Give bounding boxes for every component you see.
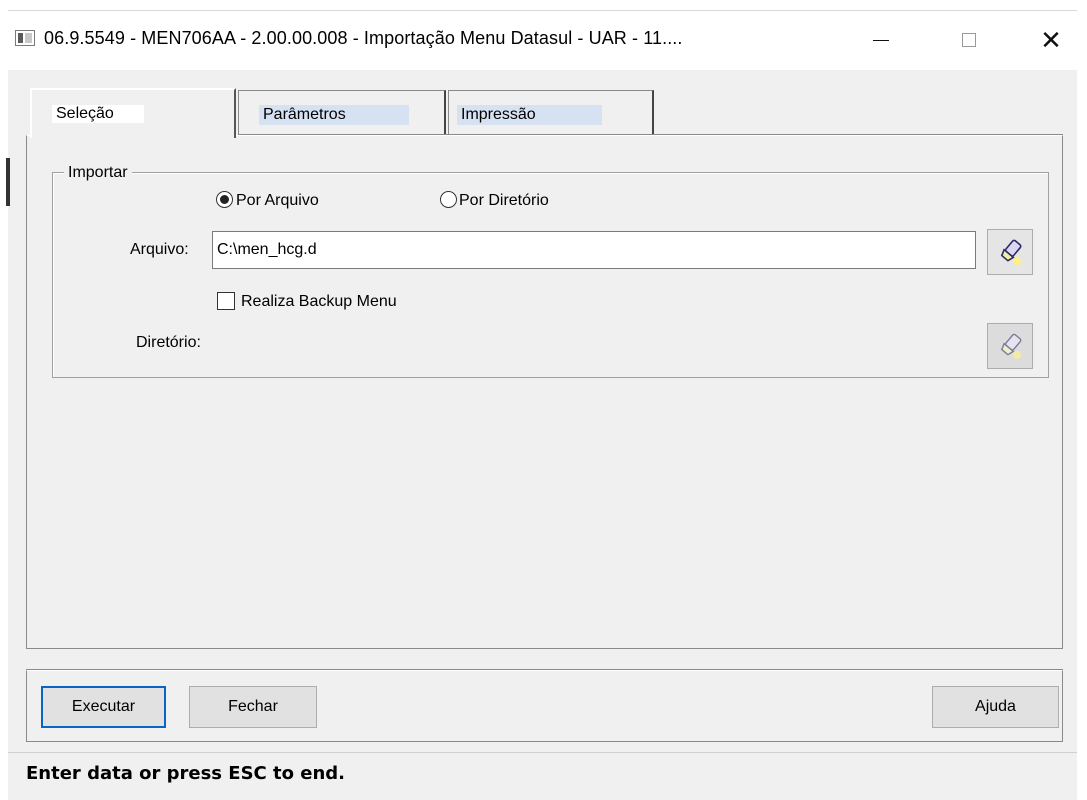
radio-por-diretorio[interactable]	[440, 191, 457, 208]
flashlight-icon	[1000, 333, 1022, 359]
browse-diretorio-button[interactable]	[987, 323, 1033, 369]
radio-por-arquivo-label[interactable]: Por Arquivo	[236, 192, 319, 210]
radio-por-arquivo[interactable]	[216, 191, 233, 208]
arquivo-label: Arquivo:	[130, 241, 189, 258]
minimize-icon	[873, 39, 889, 41]
importar-legend: Importar	[64, 164, 132, 182]
tab-selecao[interactable]: Seleção	[30, 88, 236, 138]
backup-checkbox[interactable]	[217, 292, 235, 310]
radio-selected-dot	[220, 195, 229, 204]
maximize-button[interactable]	[946, 22, 992, 58]
window-title: 06.9.5549 - MEN706AA - 2.00.00.008 - Imp…	[44, 28, 683, 48]
tab-label: Impressão	[461, 106, 536, 123]
panel-divider	[238, 134, 1063, 135]
button-bar	[26, 670, 1063, 742]
fechar-button[interactable]: Fechar	[189, 686, 317, 728]
diretorio-label: Diretório:	[136, 334, 201, 351]
close-icon: ✕	[1040, 24, 1062, 55]
tab-parametros[interactable]: Parâmetros	[238, 90, 446, 134]
arquivo-input[interactable]	[212, 231, 976, 269]
importar-groupbox	[52, 172, 1049, 378]
tab-impressao[interactable]: Impressão	[448, 90, 654, 134]
flashlight-icon	[1000, 239, 1022, 265]
tab-label: Seleção	[52, 105, 144, 123]
backup-label[interactable]: Realiza Backup Menu	[241, 293, 397, 311]
close-button[interactable]: ✕	[1028, 22, 1074, 58]
maximize-icon	[962, 33, 976, 47]
minimize-button[interactable]	[858, 22, 904, 58]
ajuda-button[interactable]: Ajuda	[932, 686, 1059, 728]
status-text: Enter data or press ESC to end.	[26, 763, 346, 784]
tab-label: Parâmetros	[263, 106, 346, 123]
radio-por-diretorio-label[interactable]: Por Diretório	[459, 192, 549, 210]
executar-button[interactable]: Executar	[41, 686, 166, 728]
app-icon[interactable]	[15, 30, 35, 46]
browse-arquivo-button[interactable]	[987, 229, 1033, 275]
window-edge	[6, 158, 10, 206]
